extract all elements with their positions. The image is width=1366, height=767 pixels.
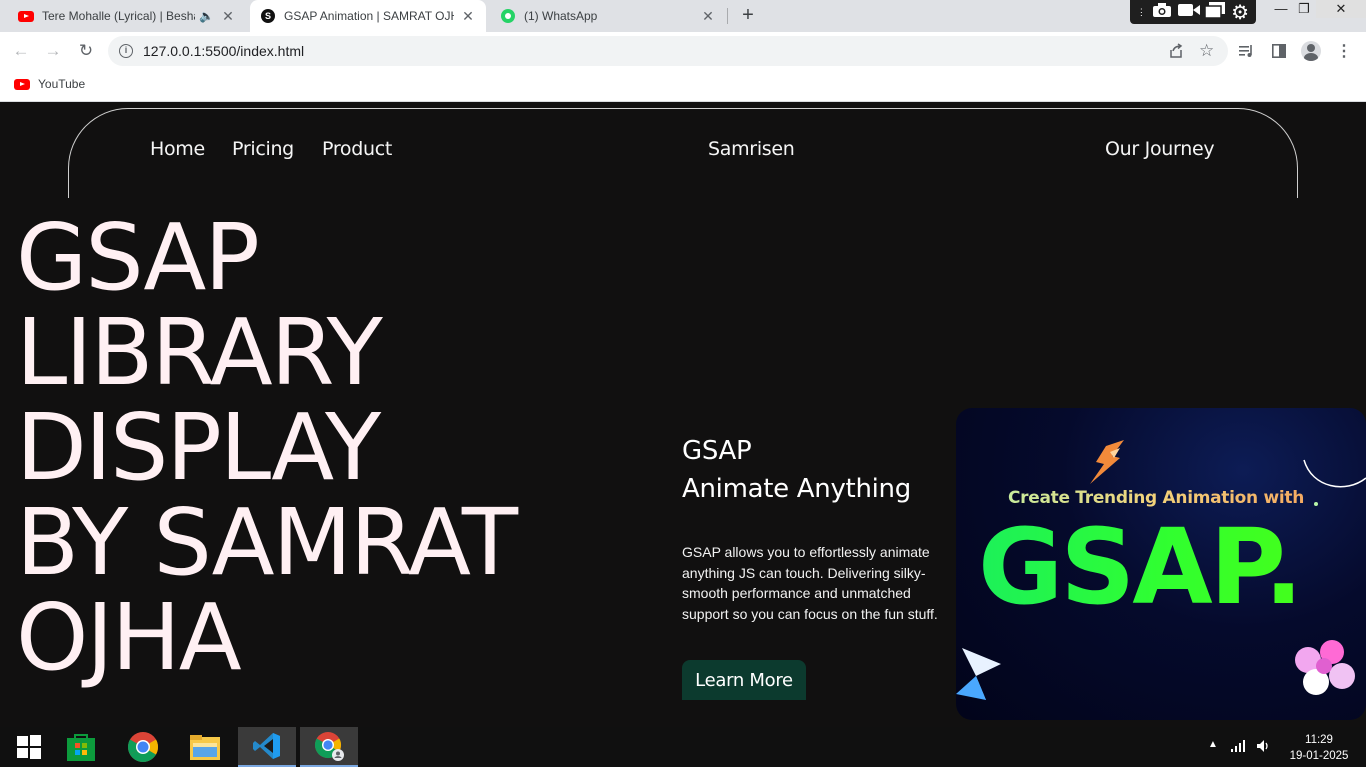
address-bar[interactable]: i 127.0.0.1:5500/index.html ☆ bbox=[108, 36, 1228, 66]
youtube-icon bbox=[18, 8, 34, 24]
chevron-up-icon[interactable]: ▲ bbox=[1208, 739, 1218, 750]
feature-title: GSAP Animate Anything bbox=[682, 432, 911, 508]
more-menu-icon[interactable]: ⋮ bbox=[1334, 41, 1354, 61]
vscode-icon[interactable] bbox=[238, 727, 296, 767]
new-tab-button[interactable]: + bbox=[736, 4, 760, 28]
hero-line: DISPLAY bbox=[16, 394, 381, 501]
web-page: Home Pricing Product Samrisen Our Journe… bbox=[0, 102, 1366, 727]
window-capture-icon[interactable] bbox=[1204, 2, 1226, 22]
back-button[interactable]: ← bbox=[8, 38, 34, 64]
tab-title: Tere Mohalle (Lyrical) | Besha bbox=[42, 9, 196, 23]
browser-toolbar: ← → ↻ i 127.0.0.1:5500/index.html ☆ ⋮ bbox=[0, 32, 1366, 70]
feature-title-line: GSAP bbox=[682, 436, 752, 466]
bookmark-youtube[interactable]: YouTube bbox=[14, 77, 85, 91]
promo-subtitle: Create Trending Animation with bbox=[956, 488, 1356, 508]
nav-home-link[interactable]: Home bbox=[150, 138, 205, 160]
tab-youtube[interactable]: Tere Mohalle (Lyrical) | Besha 🔈 ✕ bbox=[8, 0, 246, 32]
hero-heading: GSAP LIBRARY DISPLAY BY SAMRAT OJHA bbox=[16, 204, 518, 691]
site-info-icon[interactable]: i bbox=[119, 44, 133, 58]
lightning-icon bbox=[1090, 440, 1124, 484]
s-logo-icon: S bbox=[260, 8, 276, 24]
network-icon[interactable] bbox=[1230, 739, 1246, 756]
star-icon[interactable]: ☆ bbox=[1199, 41, 1214, 61]
nav-product-link[interactable]: Product bbox=[322, 138, 392, 160]
clock-time: 11:29 bbox=[1305, 734, 1333, 746]
tab-whatsapp[interactable]: (1) WhatsApp ✕ bbox=[490, 0, 726, 32]
gear-icon[interactable]: ⚙ bbox=[1231, 0, 1249, 25]
close-window-button[interactable]: ✕ bbox=[1316, 0, 1366, 18]
flower-icon bbox=[1295, 640, 1355, 695]
file-explorer-icon[interactable] bbox=[176, 727, 234, 767]
share-icon[interactable] bbox=[1168, 43, 1184, 63]
side-panel-icon[interactable] bbox=[1269, 41, 1289, 61]
feature-title-line: Animate Anything bbox=[682, 474, 911, 504]
hero-line: BY SAMRAT bbox=[16, 489, 518, 596]
windows-start-icon[interactable] bbox=[0, 727, 58, 767]
tab-title: GSAP Animation | SAMRAT OJHA bbox=[284, 9, 454, 23]
store-icon[interactable] bbox=[52, 727, 110, 767]
tab-gsap[interactable]: S GSAP Animation | SAMRAT OJHA ✕ bbox=[250, 0, 486, 32]
swoosh-line bbox=[1303, 459, 1366, 488]
hero-line: GSAP bbox=[16, 204, 260, 311]
close-icon[interactable]: ✕ bbox=[460, 8, 476, 24]
tab-title: (1) WhatsApp bbox=[524, 9, 598, 23]
close-icon[interactable]: ✕ bbox=[220, 8, 236, 24]
hero-line: LIBRARY bbox=[16, 299, 383, 406]
bookmarks-bar: YouTube bbox=[0, 70, 1366, 102]
system-clock[interactable]: 11:29 19-01-2025 bbox=[1284, 732, 1354, 764]
media-control-icon[interactable] bbox=[1237, 41, 1257, 61]
capture-toolbar: ⋮ ⚙ bbox=[1130, 0, 1256, 24]
nav-journey-link[interactable]: Our Journey bbox=[1105, 138, 1215, 160]
learn-more-button[interactable]: Learn More bbox=[682, 660, 806, 700]
profile-avatar[interactable] bbox=[1301, 41, 1321, 61]
chrome-icon[interactable] bbox=[114, 727, 172, 767]
promo-headline: GSAP. bbox=[978, 506, 1303, 628]
chrome-profile-icon[interactable] bbox=[300, 727, 358, 767]
camera-icon[interactable] bbox=[1152, 2, 1172, 22]
brand-logo-text[interactable]: Samrisen bbox=[708, 138, 795, 160]
windows-taskbar: ▲ 11:29 19-01-2025 bbox=[0, 727, 1366, 767]
video-camera-icon[interactable] bbox=[1177, 3, 1200, 21]
nav-pricing-link[interactable]: Pricing bbox=[232, 138, 294, 160]
volume-icon[interactable] bbox=[1256, 739, 1272, 756]
hero-line: OJHA bbox=[16, 584, 242, 691]
youtube-icon bbox=[14, 78, 30, 90]
tab-separator bbox=[727, 8, 728, 24]
whatsapp-icon bbox=[500, 8, 516, 24]
tab-strip: Tere Mohalle (Lyrical) | Besha 🔈 ✕ S GSA… bbox=[0, 0, 1366, 32]
reload-button[interactable]: ↻ bbox=[73, 38, 99, 64]
promo-card: Create Trending Animation with GSAP. bbox=[956, 408, 1366, 720]
close-icon[interactable]: ✕ bbox=[700, 8, 716, 24]
speaker-icon[interactable]: 🔈 bbox=[199, 9, 214, 23]
bookmark-label: YouTube bbox=[38, 77, 86, 91]
forward-button[interactable]: → bbox=[40, 38, 66, 64]
drag-handle-icon[interactable]: ⋮ bbox=[1137, 7, 1146, 18]
feature-description: GSAP allows you to effortlessly animate … bbox=[682, 544, 938, 622]
clock-date: 19-01-2025 bbox=[1289, 750, 1349, 762]
paper-plane-icon bbox=[956, 648, 1001, 700]
url-text[interactable]: 127.0.0.1:5500/index.html bbox=[143, 43, 304, 59]
